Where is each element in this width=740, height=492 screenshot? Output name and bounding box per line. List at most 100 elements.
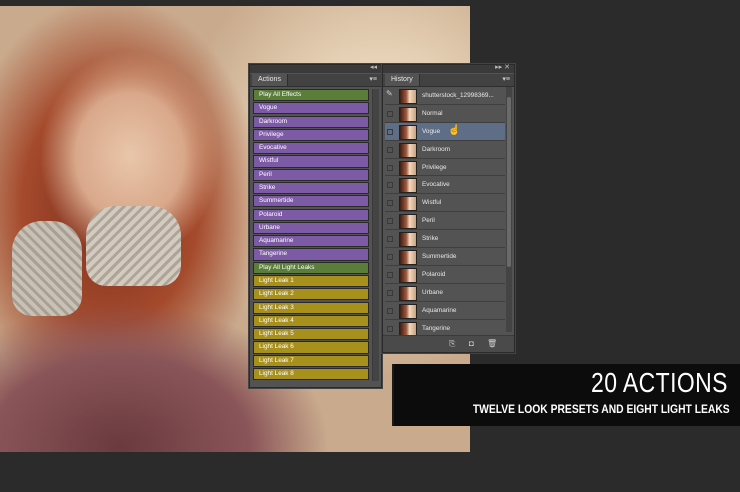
history-state-row[interactable]: Peril bbox=[385, 212, 505, 231]
hand-cursor-icon: ☝ bbox=[448, 124, 461, 136]
history-brush-checkbox[interactable] bbox=[387, 146, 393, 153]
panel-menu-icon[interactable]: ▾≡ bbox=[502, 75, 510, 85]
history-brush-checkbox[interactable] bbox=[387, 307, 393, 314]
action-item[interactable]: Urbane bbox=[253, 221, 369, 234]
history-state-label: Privilege bbox=[422, 163, 447, 171]
panel-dock-strip[interactable]: ▸▸ ✕ bbox=[383, 64, 514, 73]
promo-banner: 20 ACTIONS TWELVE LOOK PRESETS AND EIGHT… bbox=[392, 364, 740, 426]
history-brush-checkbox[interactable] bbox=[387, 236, 393, 243]
action-item[interactable]: Darkroom bbox=[253, 115, 369, 128]
history-brush-checkbox[interactable] bbox=[387, 110, 393, 117]
history-brush-checkbox[interactable] bbox=[387, 218, 393, 225]
history-tabbar: History ▾≡ bbox=[383, 74, 514, 87]
history-brush-checkbox[interactable] bbox=[387, 254, 393, 261]
photo-mitten-right bbox=[86, 206, 181, 286]
history-state-thumbnail bbox=[399, 214, 417, 230]
snapshot-camera-icon[interactable]: ◘ bbox=[469, 339, 474, 349]
action-item[interactable]: Privilege bbox=[253, 128, 369, 142]
action-item[interactable]: Light Leak 6 bbox=[253, 341, 369, 354]
history-state-label: Aquamarine bbox=[422, 306, 457, 314]
history-scrollbar[interactable] bbox=[506, 87, 512, 332]
new-document-from-state-icon[interactable]: ⎘ bbox=[449, 339, 455, 349]
history-state-thumbnail bbox=[399, 232, 417, 248]
history-state-thumbnail bbox=[399, 267, 417, 283]
action-item[interactable]: Summertide bbox=[253, 195, 369, 208]
history-state-thumbnail bbox=[399, 142, 417, 158]
history-state-row[interactable]: Polaroid bbox=[385, 265, 505, 284]
history-brush-checkbox[interactable] bbox=[387, 164, 393, 171]
tab-history[interactable]: History bbox=[385, 74, 420, 86]
photo-mitten-left bbox=[12, 221, 82, 316]
history-footer: ⎘ ◘ 🗑 bbox=[383, 335, 514, 352]
actions-list: Play All Effects Vogue Darkroom Privilege Ev… bbox=[253, 89, 369, 381]
history-state-row[interactable]: Vogue ☝ bbox=[385, 122, 505, 141]
history-state-thumbnail bbox=[399, 106, 417, 122]
action-item[interactable]: Vogue bbox=[253, 102, 369, 115]
history-brush-checkbox[interactable] bbox=[387, 325, 393, 332]
action-item[interactable]: Light Leak 3 bbox=[253, 301, 369, 314]
actions-scrollbar[interactable] bbox=[372, 89, 379, 381]
action-item[interactable]: Light Leak 1 bbox=[253, 274, 369, 288]
banner-headline: 20 ACTIONS bbox=[591, 367, 728, 398]
history-state-row[interactable]: Evocative bbox=[385, 176, 505, 195]
history-brush-checkbox[interactable] bbox=[387, 182, 393, 189]
banner-subline: TWELVE LOOK PRESETS AND EIGHT LIGHT LEAK… bbox=[473, 402, 730, 416]
history-state-thumbnail bbox=[399, 196, 417, 212]
history-state-thumbnail bbox=[399, 160, 417, 176]
action-item[interactable]: Play All Effects bbox=[253, 89, 369, 102]
history-list: ✎ shutterstock_12998369... Normal Vogue ☝ Dar… bbox=[385, 87, 505, 338]
history-scroll-thumb[interactable] bbox=[507, 97, 511, 267]
history-state-thumbnail bbox=[399, 285, 417, 301]
action-item[interactable]: Evocative bbox=[253, 142, 369, 155]
action-item[interactable]: Wistful bbox=[253, 155, 369, 168]
history-state-row[interactable]: Darkroom bbox=[385, 140, 505, 159]
history-brush-checkbox[interactable] bbox=[387, 289, 393, 296]
collapse-panel-icon[interactable]: ◂◂ bbox=[370, 64, 377, 72]
history-state-label: Evocative bbox=[422, 181, 450, 189]
history-state-label: Polaroid bbox=[422, 270, 446, 278]
tab-actions[interactable]: Actions bbox=[252, 74, 288, 86]
action-item[interactable]: Light Leak 7 bbox=[253, 354, 369, 367]
panel-dock-strip[interactable]: ◂◂ bbox=[250, 64, 381, 73]
history-state-row[interactable]: ✎ shutterstock_12998369... bbox=[385, 87, 505, 105]
history-state-row[interactable]: Strike bbox=[385, 230, 505, 249]
history-state-label: Vogue bbox=[422, 127, 441, 135]
history-brush-source-icon[interactable]: ✎ bbox=[386, 89, 393, 98]
actions-panel: ◂◂ Actions ▾≡ Play All Effects Vogue Darkr… bbox=[249, 64, 382, 388]
history-state-label: Normal bbox=[422, 109, 443, 117]
history-state-row[interactable]: Summertide bbox=[385, 248, 505, 266]
history-state-label: Darkroom bbox=[422, 145, 451, 153]
history-state-row[interactable]: Normal bbox=[385, 104, 505, 123]
panel-menu-icon[interactable]: ▾≡ bbox=[369, 75, 377, 85]
history-brush-checkbox[interactable] bbox=[387, 200, 393, 207]
history-panel: ▸▸ ✕ History ▾≡ ✎ shutterstock_12998369..… bbox=[382, 64, 515, 353]
history-state-label: Summertide bbox=[422, 253, 457, 261]
action-item[interactable]: Peril bbox=[253, 168, 369, 181]
action-item[interactable]: Light Leak 5 bbox=[253, 328, 369, 341]
history-state-label: Strike bbox=[422, 235, 439, 243]
history-state-row[interactable]: Aquamarine bbox=[385, 301, 505, 320]
history-brush-checkbox[interactable] bbox=[387, 271, 393, 278]
action-item[interactable]: Strike bbox=[253, 181, 369, 195]
history-state-label: Urbane bbox=[422, 288, 443, 296]
history-state-label: shutterstock_12998369... bbox=[422, 92, 494, 99]
history-state-thumbnail bbox=[399, 303, 417, 319]
action-item[interactable]: Play All Light Leaks bbox=[253, 261, 369, 274]
history-brush-checkbox[interactable] bbox=[387, 128, 393, 135]
history-state-row[interactable]: Urbane bbox=[385, 283, 505, 302]
trash-icon[interactable]: 🗑 bbox=[487, 339, 497, 349]
collapse-panel-icon[interactable]: ▸▸ ✕ bbox=[495, 64, 510, 72]
action-item[interactable]: Tangerine bbox=[253, 248, 369, 261]
action-item[interactable]: Aquamarine bbox=[253, 235, 369, 248]
action-item[interactable]: Light Leak 4 bbox=[253, 314, 369, 327]
history-state-row[interactable]: Privilege bbox=[385, 158, 505, 177]
action-item[interactable]: Light Leak 8 bbox=[253, 367, 369, 381]
action-item[interactable]: Light Leak 2 bbox=[253, 288, 369, 301]
actions-tabbar: Actions ▾≡ bbox=[250, 74, 381, 87]
history-state-label: Wistful bbox=[422, 199, 442, 207]
action-item[interactable]: Polaroid bbox=[253, 208, 369, 221]
history-state-thumbnail bbox=[399, 124, 417, 140]
history-state-label: Peril bbox=[422, 217, 435, 225]
history-state-thumbnail bbox=[399, 89, 417, 104]
history-state-row[interactable]: Wistful bbox=[385, 194, 505, 213]
